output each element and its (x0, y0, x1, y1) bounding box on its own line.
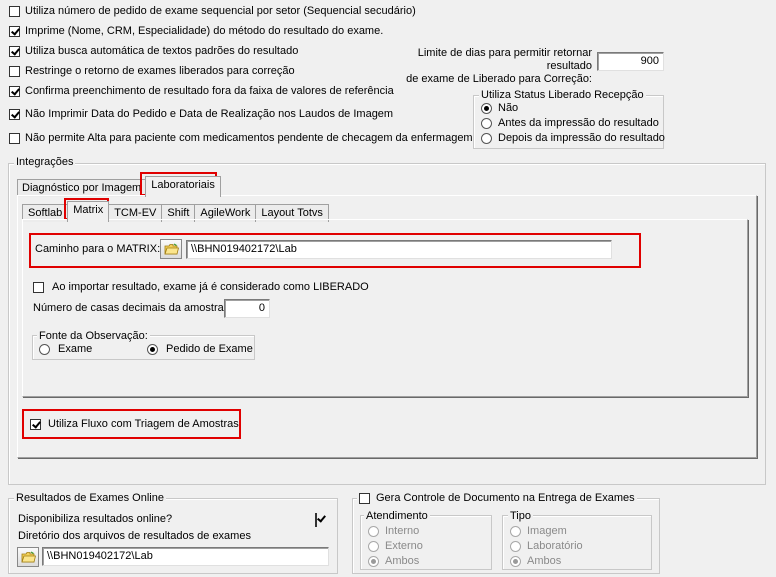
option-restrict-return[interactable]: Restringe o retorno de exames liberados … (9, 65, 295, 77)
doc-control-checkbox[interactable] (359, 492, 370, 504)
status-group: Utiliza Status Liberado Recepção Não Ant… (473, 89, 665, 149)
option-auto-text-search[interactable]: Utiliza busca automática de textos padrõ… (9, 45, 298, 57)
obs-option-exame[interactable]: Exame (39, 343, 92, 355)
confirm-out-of-range-label: Confirma preenchimento de resultado fora… (25, 85, 394, 97)
days-limit-label-line2: de exame de Liberado para Correção: (406, 73, 592, 85)
tab-matrix[interactable]: Matrix (67, 201, 110, 222)
integrations-legend: Integrações (14, 156, 76, 168)
tipo-option-imagem[interactable]: Imagem (510, 525, 567, 537)
import-released-checkbox[interactable] (33, 281, 44, 293)
decimal-places-input[interactable]: 0 (224, 299, 270, 318)
atendimento-ambos-label: Ambos (385, 555, 420, 567)
days-limit-label-line1: Limite de dias para permitir retornar re… (417, 47, 592, 72)
status-group-legend: Utiliza Status Liberado Recepção (479, 89, 646, 101)
tipo-option-laboratorio[interactable]: Laboratório (510, 540, 583, 552)
tipo-ambos-radio[interactable] (510, 555, 521, 567)
integrations-top-tabs: Diagnóstico por Imagem Laboratoriais (17, 176, 221, 197)
restrict-return-checkbox[interactable] (9, 65, 20, 77)
online-available-checkbox[interactable] (315, 513, 317, 527)
obs-exame-radio[interactable] (39, 343, 50, 355)
status-after-label: Depois da impressão do resultado (498, 132, 665, 144)
folder-icon (20, 550, 36, 562)
status-before-label: Antes da impressão do resultado (498, 117, 659, 129)
import-released-label: Ao importar resultado, exame já é consid… (52, 281, 369, 293)
tipo-option-ambos[interactable]: Ambos (510, 555, 561, 567)
option-import-released[interactable]: Ao importar resultado, exame já é consid… (33, 281, 369, 293)
option-confirm-out-of-range[interactable]: Confirma preenchimento de resultado fora… (9, 85, 394, 97)
online-dir-browse-button[interactable] (17, 547, 39, 567)
option-no-print-dates[interactable]: Não Imprimir Data do Pedido e Data de Re… (9, 108, 393, 120)
days-limit-label: Limite de dias para permitir retornar re… (384, 47, 592, 86)
tipo-laboratorio-radio[interactable] (510, 540, 521, 552)
status-option-before[interactable]: Antes da impressão do resultado (481, 117, 659, 129)
atendimento-option-ambos[interactable]: Ambos (368, 555, 419, 567)
no-print-dates-checkbox[interactable] (9, 108, 20, 120)
atendimento-legend: Atendimento (364, 510, 430, 522)
obs-exame-label: Exame (58, 343, 93, 355)
obs-source-group: Fonte da Observação: Exame Pedido de Exa… (32, 330, 255, 360)
print-name-crm-label: Imprime (Nome, CRM, Especialidade) do mé… (25, 25, 384, 37)
auto-text-search-label: Utiliza busca automática de textos padrõ… (25, 45, 299, 57)
atendimento-ambos-radio[interactable] (368, 555, 379, 567)
tipo-imagem-radio[interactable] (510, 525, 521, 537)
online-available-label: Disponibiliza resultados online? (18, 513, 173, 525)
no-print-dates-label: Não Imprimir Data do Pedido e Data de Re… (25, 108, 394, 120)
online-dir-input[interactable]: \\BHN019402172\Lab (42, 547, 329, 566)
tipo-group: Tipo Imagem Laboratório Ambos (502, 510, 652, 570)
doc-control-legend[interactable]: Gera Controle de Documento na Entrega de… (357, 492, 637, 504)
status-option-no[interactable]: Não (481, 102, 518, 114)
doc-control-label: Gera Controle de Documento na Entrega de… (376, 492, 635, 504)
atendimento-externo-label: Externo (385, 540, 423, 552)
obs-pedido-label: Pedido de Exame (166, 343, 253, 355)
online-dir-label: Diretório dos arquivos de resultados de … (18, 530, 251, 542)
sequential-per-sector-checkbox[interactable] (9, 5, 20, 17)
status-option-after[interactable]: Depois da impressão do resultado (481, 132, 665, 144)
no-discharge-pending-label: Não permite Alta para paciente com medic… (25, 132, 473, 144)
atendimento-externo-radio[interactable] (368, 540, 379, 552)
sequential-per-sector-label: Utiliza número de pedido de exame sequen… (25, 5, 416, 17)
tipo-ambos-label: Ambos (527, 555, 562, 567)
tipo-legend: Tipo (508, 510, 533, 522)
option-print-name-crm[interactable]: Imprime (Nome, CRM, Especialidade) do mé… (9, 25, 383, 37)
print-name-crm-checkbox[interactable] (9, 25, 20, 37)
tab-laboratoriais[interactable]: Laboratoriais (145, 176, 221, 197)
atendimento-interno-radio[interactable] (368, 525, 379, 537)
confirm-out-of-range-checkbox[interactable] (9, 85, 20, 97)
option-no-discharge-pending[interactable]: Não permite Alta para paciente com medic… (9, 132, 473, 144)
highlight-triage-flow (22, 409, 241, 439)
tipo-imagem-label: Imagem (527, 525, 567, 537)
status-no-label: Não (498, 102, 519, 114)
status-no-radio[interactable] (481, 102, 492, 114)
obs-option-pedido[interactable]: Pedido de Exame (147, 343, 253, 355)
atendimento-option-externo[interactable]: Externo (368, 540, 423, 552)
no-discharge-pending-checkbox[interactable] (9, 132, 20, 144)
atendimento-group: Atendimento Interno Externo Ambos (360, 510, 492, 570)
online-results-legend: Resultados de Exames Online (14, 492, 166, 504)
decimal-places-label: Número de casas decimais da amostra: (33, 302, 227, 314)
option-sequential-per-sector[interactable]: Utiliza número de pedido de exame sequen… (9, 5, 416, 17)
atendimento-interno-label: Interno (385, 525, 420, 537)
tipo-laboratorio-label: Laboratório (527, 540, 583, 552)
status-before-radio[interactable] (481, 117, 492, 129)
atendimento-option-interno[interactable]: Interno (368, 525, 419, 537)
obs-source-legend: Fonte da Observação: (37, 330, 150, 342)
auto-text-search-checkbox[interactable] (9, 45, 20, 57)
restrict-return-label: Restringe o retorno de exames liberados … (25, 65, 295, 77)
highlight-matrix-path (29, 233, 641, 268)
status-after-radio[interactable] (481, 132, 492, 144)
obs-pedido-radio[interactable] (147, 343, 158, 355)
days-limit-input[interactable]: 900 (597, 52, 664, 71)
